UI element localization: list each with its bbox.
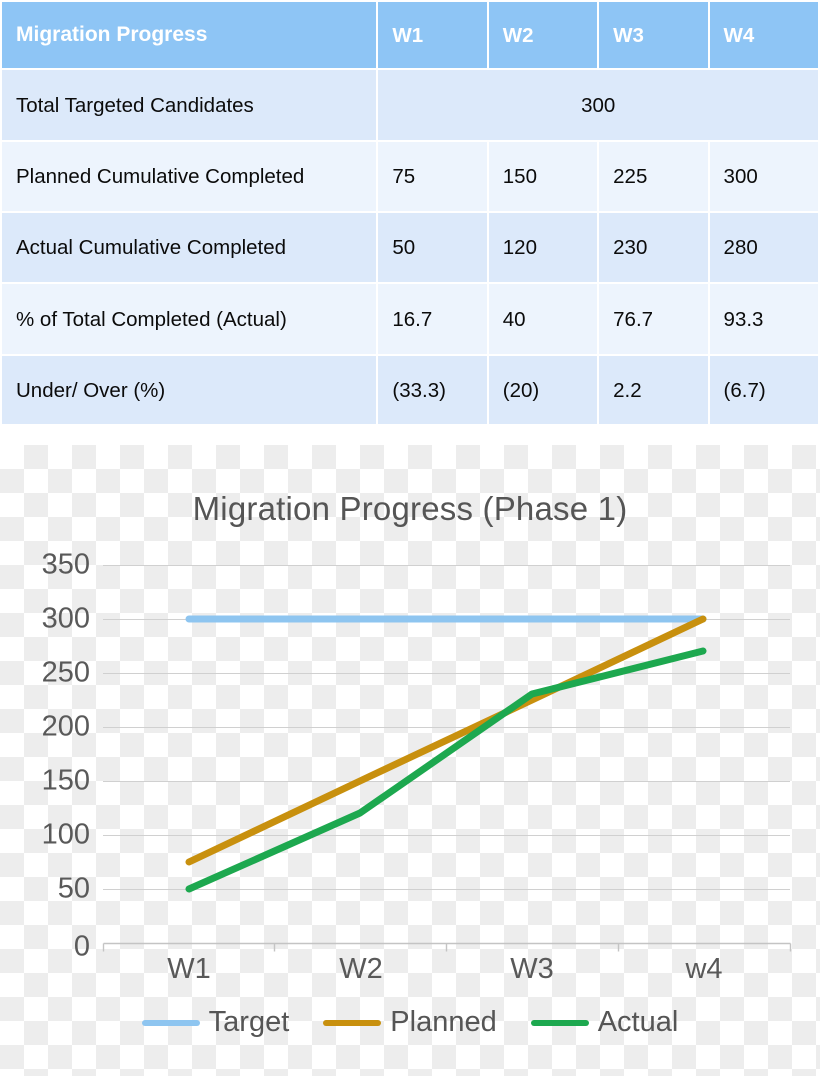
- y-axis-tick-150: 150: [41, 764, 90, 797]
- chart-plot-area: 350 300 250 200 150 100 50 0 W1 W2 W3 w4: [0, 445, 820, 1076]
- table-body: Total Targeted Candidates 300 Planned Cu…: [2, 70, 818, 424]
- cell-actual-w4: 280: [709, 213, 818, 282]
- row-label-pct-total-completed: % of Total Completed (Actual): [2, 284, 377, 354]
- cell-under-over-w3: 2.2: [599, 356, 708, 424]
- cell-pct-w4: 93.3: [709, 284, 818, 354]
- cell-planned-w2: 150: [488, 142, 598, 211]
- table-row: % of Total Completed (Actual) 16.7 40 76…: [2, 284, 818, 354]
- y-axis-tick-100: 100: [41, 818, 90, 851]
- y-axis-tick-300: 300: [41, 602, 90, 635]
- cell-pct-w1: 16.7: [378, 284, 487, 354]
- chart-series-actual: [185, 647, 707, 893]
- cell-pct-w3: 76.7: [599, 284, 708, 354]
- cell-planned-w3: 225: [599, 142, 708, 211]
- cell-total-targeted-merged: 300: [378, 70, 818, 140]
- column-header-w4: W4: [709, 2, 818, 68]
- x-axis-tick-w4: w4: [685, 953, 723, 985]
- cell-actual-w1: 50: [378, 213, 487, 282]
- legend-item-actual[interactable]: Actual: [530, 1006, 679, 1039]
- table-row: Planned Cumulative Completed 75 150 225 …: [2, 142, 818, 211]
- chart-x-axis: [102, 942, 792, 952]
- row-label-under-over: Under/ Over (%): [2, 356, 377, 424]
- row-label-planned-cumulative: Planned Cumulative Completed: [2, 142, 377, 211]
- y-axis-tick-50: 50: [57, 872, 90, 905]
- table-row: Actual Cumulative Completed 50 120 230 2…: [2, 213, 818, 282]
- cell-under-over-w2: (20): [488, 356, 598, 424]
- legend-swatch-actual-icon: [530, 1019, 589, 1026]
- x-axis-tick-w1: W1: [167, 953, 211, 985]
- column-header-w2: W2: [488, 2, 598, 68]
- cell-pct-w2: 40: [488, 284, 598, 354]
- legend-item-target[interactable]: Target: [141, 1006, 290, 1039]
- cell-actual-w3: 230: [599, 213, 708, 282]
- cell-under-over-w4: (6.7): [709, 356, 818, 424]
- row-label-total-targeted: Total Targeted Candidates: [2, 70, 377, 140]
- chart-gridlines: [103, 565, 790, 890]
- table-row: Total Targeted Candidates 300: [2, 70, 818, 140]
- migration-progress-table-section: Migration Progress W1 W2 W3 W4 Total Tar…: [0, 0, 820, 445]
- migration-progress-page: Migration Progress W1 W2 W3 W4 Total Tar…: [0, 0, 820, 1076]
- y-axis-tick-350: 350: [41, 548, 90, 581]
- column-header-w1: W1: [378, 2, 487, 68]
- legend-label-planned: Planned: [390, 1006, 497, 1038]
- chart-series-planned: [185, 615, 707, 866]
- y-axis-tick-0: 0: [73, 930, 90, 963]
- legend-label-target: Target: [208, 1006, 290, 1038]
- legend-item-planned[interactable]: Planned: [323, 1006, 497, 1039]
- cell-under-over-w1: (33.3): [378, 356, 487, 424]
- legend-swatch-planned-icon: [323, 1019, 382, 1026]
- column-header-w3: W3: [599, 2, 708, 68]
- cell-planned-w1: 75: [378, 142, 487, 211]
- migration-progress-chart-section: Migration Progress (Phase 1) 350 300 250…: [0, 445, 820, 1076]
- x-axis-tick-w3: W3: [510, 953, 554, 985]
- cell-planned-w4: 300: [709, 142, 818, 211]
- legend-swatch-target-icon: [141, 1019, 200, 1026]
- y-axis-tick-250: 250: [41, 656, 90, 689]
- row-label-actual-cumulative: Actual Cumulative Completed: [2, 213, 377, 282]
- y-axis-tick-200: 200: [41, 710, 90, 743]
- cell-actual-w2: 120: [488, 213, 598, 282]
- chart-legend: Target Planned Actual: [0, 1006, 820, 1039]
- x-axis-tick-w2: W2: [339, 953, 383, 985]
- table-title-header: Migration Progress: [2, 2, 377, 68]
- migration-progress-table: Migration Progress W1 W2 W3 W4 Total Tar…: [0, 0, 820, 426]
- table-header: Migration Progress W1 W2 W3 W4: [2, 2, 818, 68]
- table-header-row: Migration Progress W1 W2 W3 W4: [2, 2, 818, 68]
- table-row: Under/ Over (%) (33.3) (20) 2.2 (6.7): [2, 356, 818, 424]
- legend-label-actual: Actual: [597, 1006, 679, 1038]
